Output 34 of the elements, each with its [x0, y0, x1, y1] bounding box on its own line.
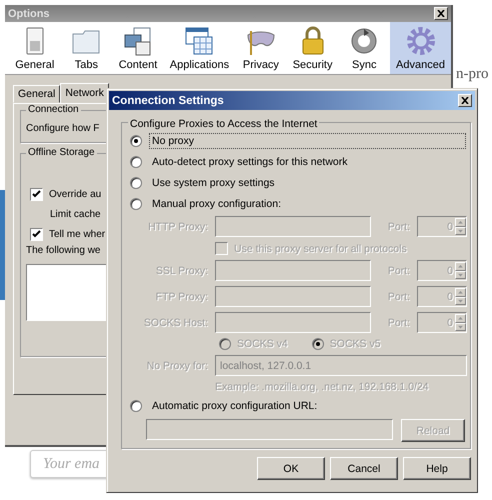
dialog-title: Connection Settings [112, 94, 224, 106]
group-title: Configure Proxies to Access the Internet [128, 118, 320, 130]
checkbox[interactable] [30, 228, 43, 241]
checkbox-label: Override au [49, 189, 102, 200]
checkbox[interactable] [30, 188, 43, 201]
websites-label: The following we [26, 245, 100, 256]
close-button[interactable] [458, 94, 472, 107]
window-grid-icon [183, 25, 216, 57]
pane-button[interactable]: Privacy [235, 22, 287, 74]
window-title: Options [8, 8, 50, 20]
radio-label: No proxy [149, 132, 466, 148]
radio-label: Automatic proxy configuration URL: [151, 398, 318, 414]
pane-button[interactable]: Applications [164, 22, 236, 74]
close-icon [437, 10, 445, 17]
pane-button[interactable]: General [9, 22, 61, 74]
tab[interactable]: Network [60, 83, 109, 103]
group-title: Offline Storage [26, 147, 97, 158]
group-title: Connection [26, 104, 81, 115]
pane-button[interactable]: Sync [338, 22, 390, 74]
limit-cache-label: Limit cache [49, 209, 101, 220]
close-icon [461, 97, 469, 104]
description-text: Configure how F [26, 123, 100, 134]
checkbox-label: Tell me wher [49, 229, 106, 240]
pane-button[interactable]: Content [112, 22, 164, 74]
radio-label: Use system proxy settings [151, 176, 276, 190]
pane-button[interactable]: Tabs [60, 22, 112, 74]
close-button[interactable] [434, 7, 448, 20]
gear-icon [404, 25, 437, 57]
pane-button[interactable]: Security [286, 22, 338, 74]
page-heading-fragment: n-pro [456, 66, 488, 83]
radio-label: Manual proxy configuration: [151, 196, 282, 212]
radio-label: Auto-detect proxy settings for this network [151, 154, 349, 170]
pane-button[interactable]: Advanced [390, 22, 451, 74]
tab[interactable]: General [13, 85, 60, 103]
